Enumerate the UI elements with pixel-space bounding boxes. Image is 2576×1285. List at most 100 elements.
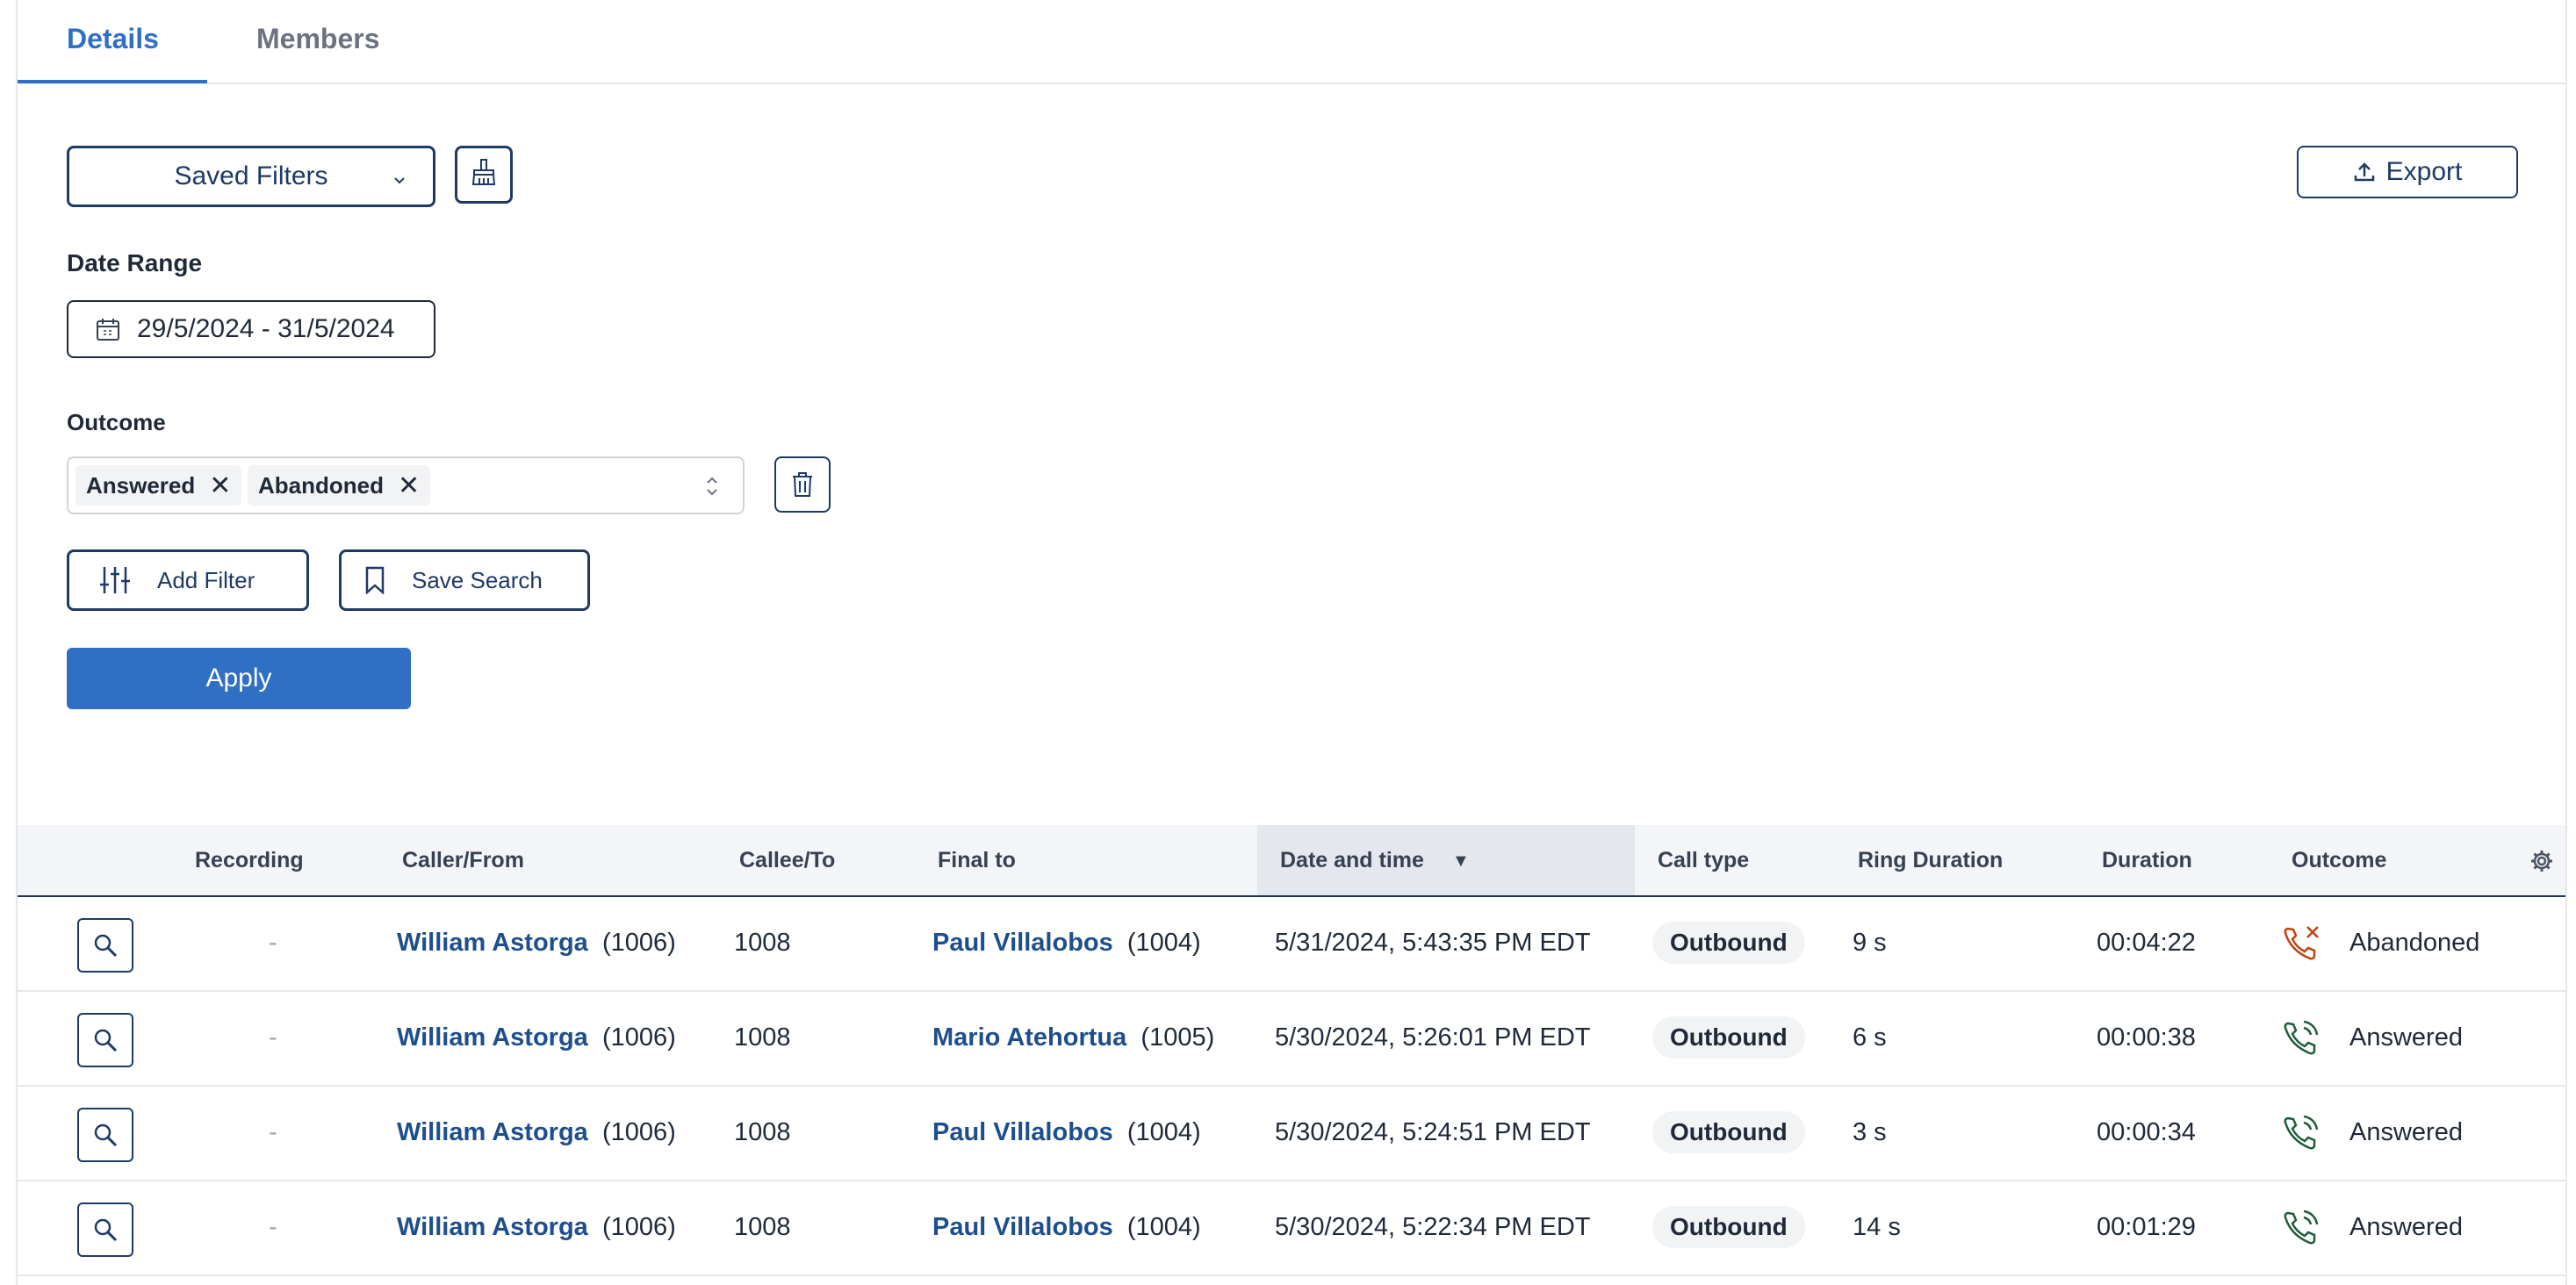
caller-extension: (1006) <box>601 1213 676 1241</box>
add-filter-label: Add Filter <box>157 566 255 593</box>
table-row[interactable]: - William Astorga (1006) 1008 Mario Ateh… <box>18 992 2565 1087</box>
view-details-button[interactable] <box>77 1202 133 1257</box>
phone-missed-icon <box>2281 923 2321 968</box>
search-icon <box>94 1123 118 1147</box>
call-type-badge: Outbound <box>1652 1016 1805 1059</box>
duration-cell: 00:00:38 <box>2097 1023 2196 1052</box>
calendar-icon <box>97 319 119 341</box>
caller-extension: (1006) <box>601 1023 676 1052</box>
page: Details Members Saved Filters Export Dat… <box>0 0 2576 1285</box>
recording-cell: - <box>269 1213 277 1241</box>
date-range-picker[interactable]: 29/5/2024 - 31/5/2024 <box>67 300 435 358</box>
phone-incoming-icon <box>2281 1208 2321 1253</box>
callee-cell: 1008 <box>734 929 791 957</box>
duration-cell: 00:00:34 <box>2097 1118 2196 1146</box>
chevron-up-down-icon <box>702 472 722 505</box>
caller-extension: (1006) <box>601 929 676 957</box>
outcome-cell: Answered <box>2349 1118 2463 1146</box>
outcome-cell: Answered <box>2349 1023 2463 1052</box>
column-header-ring-duration[interactable]: Ring Duration <box>1858 848 2003 873</box>
final-to-link[interactable]: Paul Villalobos <box>932 929 1113 957</box>
call-type-badge: Outbound <box>1652 1111 1805 1153</box>
datetime-cell: 5/31/2024, 5:43:35 PM EDT <box>1275 929 1591 957</box>
caller-link[interactable]: William Astorga <box>397 1118 588 1146</box>
delete-filter-button[interactable] <box>774 456 831 513</box>
chevron-down-icon <box>391 166 408 196</box>
date-range-value: 29/5/2024 - 31/5/2024 <box>137 314 395 343</box>
ring-duration-cell: 6 s <box>1853 1023 1887 1052</box>
caller-extension: (1006) <box>601 1118 676 1146</box>
final-to-extension: (1004) <box>1126 1213 1201 1241</box>
final-to-link[interactable]: Mario Atehortua <box>932 1023 1126 1052</box>
active-tab-indicator <box>18 80 207 83</box>
column-header-recording[interactable]: Recording <box>195 848 304 873</box>
recording-cell: - <box>269 929 277 957</box>
duration-cell: 00:04:22 <box>2097 929 2196 957</box>
calls-table: Recording Caller/From Callee/To Final to… <box>18 825 2565 1276</box>
apply-button[interactable]: Apply <box>67 648 411 709</box>
save-search-button[interactable]: Save Search <box>339 549 590 611</box>
outcome-cell: Answered <box>2349 1213 2463 1241</box>
table-header: Recording Caller/From Callee/To Final to… <box>18 825 2565 897</box>
date-range-label: Date Range <box>67 249 203 276</box>
table-row[interactable]: - William Astorga (1006) 1008 Paul Villa… <box>18 1181 2565 1276</box>
close-icon[interactable]: ✕ <box>398 470 420 501</box>
outcome-filter-label: Outcome <box>67 409 166 435</box>
upload-icon <box>2354 162 2374 182</box>
clear-filters-button[interactable] <box>455 146 513 204</box>
recording-cell: - <box>269 1118 277 1146</box>
search-icon <box>94 934 118 958</box>
tab-details[interactable]: Details <box>67 23 159 55</box>
view-details-button[interactable] <box>77 1013 133 1067</box>
ring-duration-cell: 3 s <box>1853 1118 1887 1146</box>
sort-descending-icon[interactable]: ▼ <box>1452 851 1470 872</box>
final-to-extension: (1004) <box>1126 1118 1201 1146</box>
outcome-multiselect[interactable]: Answered ✕ Abandoned ✕ <box>67 456 745 514</box>
saved-filters-label: Saved Filters <box>174 162 328 190</box>
column-header-final-to[interactable]: Final to <box>938 848 1016 873</box>
outcome-cell: Abandoned <box>2349 929 2480 957</box>
table-row[interactable]: - William Astorga (1006) 1008 Paul Villa… <box>18 897 2565 992</box>
export-button[interactable]: Export <box>2297 146 2518 198</box>
close-icon[interactable]: ✕ <box>209 470 231 501</box>
callee-cell: 1008 <box>734 1023 791 1052</box>
add-filter-button[interactable]: Add Filter <box>67 549 309 611</box>
column-header-date-time[interactable]: Date and time <box>1280 848 1424 873</box>
datetime-cell: 5/30/2024, 5:24:51 PM EDT <box>1275 1118 1591 1146</box>
table-row[interactable]: - William Astorga (1006) 1008 Paul Villa… <box>18 1087 2565 1181</box>
recording-cell: - <box>269 1023 277 1052</box>
call-type-badge: Outbound <box>1652 1206 1805 1248</box>
main-panel: Details Members Saved Filters Export Dat… <box>16 0 2567 1285</box>
outcome-chip-answered: Answered ✕ <box>76 465 242 506</box>
final-to-extension: (1005) <box>1140 1023 1215 1052</box>
export-label: Export <box>2385 157 2463 186</box>
final-to-link[interactable]: Paul Villalobos <box>932 1118 1113 1146</box>
tab-bar: Details Members <box>18 0 2565 84</box>
chip-label: Abandoned <box>258 471 384 499</box>
caller-link[interactable]: William Astorga <box>397 1213 588 1241</box>
saved-filters-dropdown[interactable]: Saved Filters <box>67 146 435 207</box>
trash-icon <box>793 472 812 497</box>
column-header-caller[interactable]: Caller/From <box>402 848 524 873</box>
phone-incoming-icon <box>2281 1018 2321 1063</box>
gear-icon[interactable] <box>2530 850 2553 877</box>
sliders-icon <box>100 567 130 593</box>
final-to-link[interactable]: Paul Villalobos <box>932 1213 1113 1241</box>
phone-incoming-icon <box>2281 1113 2321 1158</box>
column-header-callee[interactable]: Callee/To <box>739 848 835 873</box>
ring-duration-cell: 14 s <box>1853 1213 1901 1241</box>
chip-label: Answered <box>86 471 196 499</box>
search-icon <box>94 1029 118 1052</box>
caller-link[interactable]: William Astorga <box>397 1023 588 1052</box>
search-icon <box>94 1218 118 1242</box>
caller-link[interactable]: William Astorga <box>397 929 588 957</box>
bookmark-icon <box>365 566 385 594</box>
column-header-outcome[interactable]: Outcome <box>2292 848 2386 873</box>
column-header-call-type[interactable]: Call type <box>1658 848 1749 873</box>
view-details-button[interactable] <box>77 1108 133 1162</box>
callee-cell: 1008 <box>734 1118 791 1146</box>
callee-cell: 1008 <box>734 1213 791 1241</box>
tab-members[interactable]: Members <box>256 23 380 55</box>
column-header-duration[interactable]: Duration <box>2102 848 2192 873</box>
view-details-button[interactable] <box>77 918 133 973</box>
